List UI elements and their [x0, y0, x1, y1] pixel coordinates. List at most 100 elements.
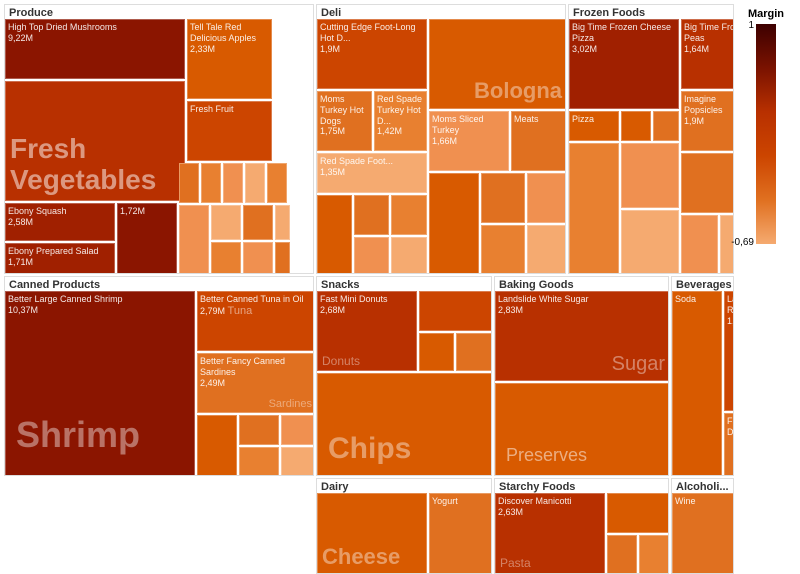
- cell-d8[interactable]: [481, 225, 525, 274]
- cell-f3[interactable]: [569, 143, 619, 274]
- cell-apples[interactable]: Tell Tale Red Delicious Apples2,33M: [187, 19, 272, 99]
- mid-row: Canned Products Better Large Canned Shri…: [4, 276, 734, 476]
- produce-title: Produce: [9, 7, 53, 19]
- top-row: Produce High Top Dried Mushrooms9,22M Te…: [4, 4, 734, 274]
- cell-d7[interactable]: [481, 173, 525, 223]
- cell-d10[interactable]: [527, 225, 566, 274]
- cell-yogurt[interactable]: Yogurt: [429, 493, 492, 574]
- cell-p4[interactable]: [245, 163, 265, 203]
- cell-p1[interactable]: [179, 163, 199, 203]
- dairy-title: Dairy: [321, 481, 349, 493]
- cell-st3[interactable]: [639, 535, 669, 574]
- deli-title: Deli: [321, 7, 341, 19]
- cell-fresh-veg[interactable]: FreshVegetables: [5, 81, 185, 201]
- cell-c3[interactable]: [239, 447, 279, 476]
- cell-p8[interactable]: [243, 205, 273, 240]
- snacks-title: Snacks: [321, 279, 360, 291]
- cell-d5[interactable]: [391, 237, 427, 274]
- cell-st1[interactable]: [607, 493, 669, 533]
- section-deli: Deli Cutting Edge Foot-Long Hot D...1,9M…: [316, 4, 566, 274]
- cell-p6[interactable]: [179, 205, 209, 274]
- cell-cutting-edge[interactable]: Cutting Edge Foot-Long Hot D...1,9M: [317, 19, 427, 89]
- cell-soda[interactable]: Soda: [672, 291, 722, 476]
- section-dairy: Dairy Cheese Yogurt: [316, 478, 492, 574]
- legend-gradient: [756, 24, 776, 244]
- section-snacks: Snacks Fast Mini Donuts2,68M Donuts Chip…: [316, 276, 492, 476]
- cell-d6[interactable]: [429, 173, 479, 274]
- cell-frozen-peas[interactable]: Big Time Frozen Peas1,64M: [681, 19, 734, 89]
- legend-max: 1: [748, 20, 754, 31]
- cell-p7[interactable]: [211, 205, 241, 240]
- cell-popsicles[interactable]: Imagine Popsicles1,9M: [681, 91, 734, 151]
- main-container: Produce High Top Dried Mushrooms9,22M Te…: [0, 0, 800, 568]
- cell-d4[interactable]: [354, 237, 389, 274]
- cell-c5[interactable]: [281, 447, 314, 476]
- cell-p3[interactable]: [223, 163, 243, 203]
- beverages-title: Beverages: [676, 279, 732, 291]
- legend-title: Margin: [748, 8, 784, 20]
- cell-squash[interactable]: Ebony Squash2,58M: [5, 203, 115, 241]
- baking-title: Baking Goods: [499, 279, 574, 291]
- section-alcoholic: Alcoholi... Wine: [671, 478, 734, 574]
- cell-p10[interactable]: [243, 242, 273, 274]
- section-canned: Canned Products Better Large Canned Shri…: [4, 276, 314, 476]
- cell-p11[interactable]: [275, 205, 290, 240]
- cell-d2[interactable]: [354, 195, 389, 235]
- cell-p12[interactable]: [275, 242, 290, 274]
- legend-min: -0,69: [731, 237, 754, 248]
- cell-f2[interactable]: [653, 111, 679, 141]
- chart-area: Produce High Top Dried Mushrooms9,22M Te…: [4, 4, 734, 564]
- cell-cheese-pizza[interactable]: Big Time Frozen Cheese Pizza3,02M: [569, 19, 679, 109]
- section-starchy: Starchy Foods Discover Manicotti2,63M Pa…: [494, 478, 669, 574]
- cell-sardines[interactable]: Better Fancy Canned Sardines2,49M Sardin…: [197, 353, 314, 413]
- cell-red-spade-turkey[interactable]: Red Spade Turkey Hot D...1,42M: [374, 91, 427, 151]
- cell-s1[interactable]: [419, 291, 492, 331]
- cell-shrimp[interactable]: Better Large Canned Shrimp10,37M Shrimp: [5, 291, 195, 476]
- cell-s2[interactable]: [419, 333, 454, 371]
- cell-chips[interactable]: Chips: [317, 373, 492, 476]
- cell-meats[interactable]: Meats: [511, 111, 566, 171]
- cell-p5[interactable]: [267, 163, 287, 203]
- cell-sugar[interactable]: Landslide White Sugar2,83M Sugar: [495, 291, 669, 381]
- frozen-title: Frozen Foods: [573, 7, 645, 19]
- cell-d3[interactable]: [391, 195, 427, 235]
- section-beverages: Beverages Soda Landslide French Roast Co…: [671, 276, 734, 476]
- canned-title: Canned Products: [9, 279, 100, 291]
- cell-f6[interactable]: [681, 153, 734, 213]
- cell-flavored[interactable]: Flavored Drinks: [724, 413, 734, 476]
- cell-wine[interactable]: Wine: [672, 493, 734, 574]
- cell-moms-turkey[interactable]: Moms Turkey Hot Dogs1,75M: [317, 91, 372, 151]
- cell-salad[interactable]: Ebony Prepared Salad1,71M: [5, 243, 115, 274]
- cell-produce-bottom[interactable]: 1,72M: [117, 203, 177, 274]
- legend-area: Margin 1 -0,69: [736, 4, 796, 564]
- cell-s3[interactable]: [456, 333, 492, 371]
- cell-coffee[interactable]: Landslide French Roast Coffee1,57M: [724, 291, 734, 411]
- cell-manicotti[interactable]: Discover Manicotti2,63M Pasta: [495, 493, 605, 574]
- alcoholic-title: Alcoholi...: [676, 481, 729, 493]
- cell-mushrooms[interactable]: High Top Dried Mushrooms9,22M: [5, 19, 185, 79]
- cell-d9[interactable]: [527, 173, 566, 223]
- cell-sliced-turkey[interactable]: Moms Sliced Turkey1,66M: [429, 111, 509, 171]
- cell-fresh-fruit[interactable]: Fresh Fruit: [187, 101, 272, 161]
- cell-p2[interactable]: [201, 163, 221, 203]
- cell-f8[interactable]: [681, 215, 718, 274]
- cell-red-spade-foot[interactable]: Red Spade Foot...1,35M: [317, 153, 427, 193]
- section-frozen: Frozen Foods Big Time Frozen Cheese Pizz…: [568, 4, 734, 274]
- starchy-title: Starchy Foods: [499, 481, 575, 493]
- cell-f5[interactable]: [621, 210, 679, 274]
- cell-f1[interactable]: [621, 111, 651, 141]
- cell-donuts[interactable]: Fast Mini Donuts2,68M Donuts: [317, 291, 417, 371]
- cell-d1[interactable]: [317, 195, 352, 274]
- bot-row: Dairy Cheese Yogurt Starchy Foods Discov…: [4, 478, 734, 574]
- cell-f4[interactable]: [621, 143, 679, 208]
- cell-pizza[interactable]: Pizza: [569, 111, 619, 141]
- cell-tuna[interactable]: Better Canned Tuna in Oil2,79M Tuna: [197, 291, 314, 351]
- cell-preserves[interactable]: Preserves: [495, 383, 669, 476]
- cell-p9[interactable]: [211, 242, 241, 274]
- section-baking: Baking Goods Landslide White Sugar2,83M …: [494, 276, 669, 476]
- cell-c1[interactable]: [197, 415, 237, 476]
- cell-st2[interactable]: [607, 535, 637, 574]
- cell-bologna[interactable]: Bologna: [429, 19, 566, 109]
- cell-c2[interactable]: [239, 415, 279, 445]
- cell-c4[interactable]: [281, 415, 314, 445]
